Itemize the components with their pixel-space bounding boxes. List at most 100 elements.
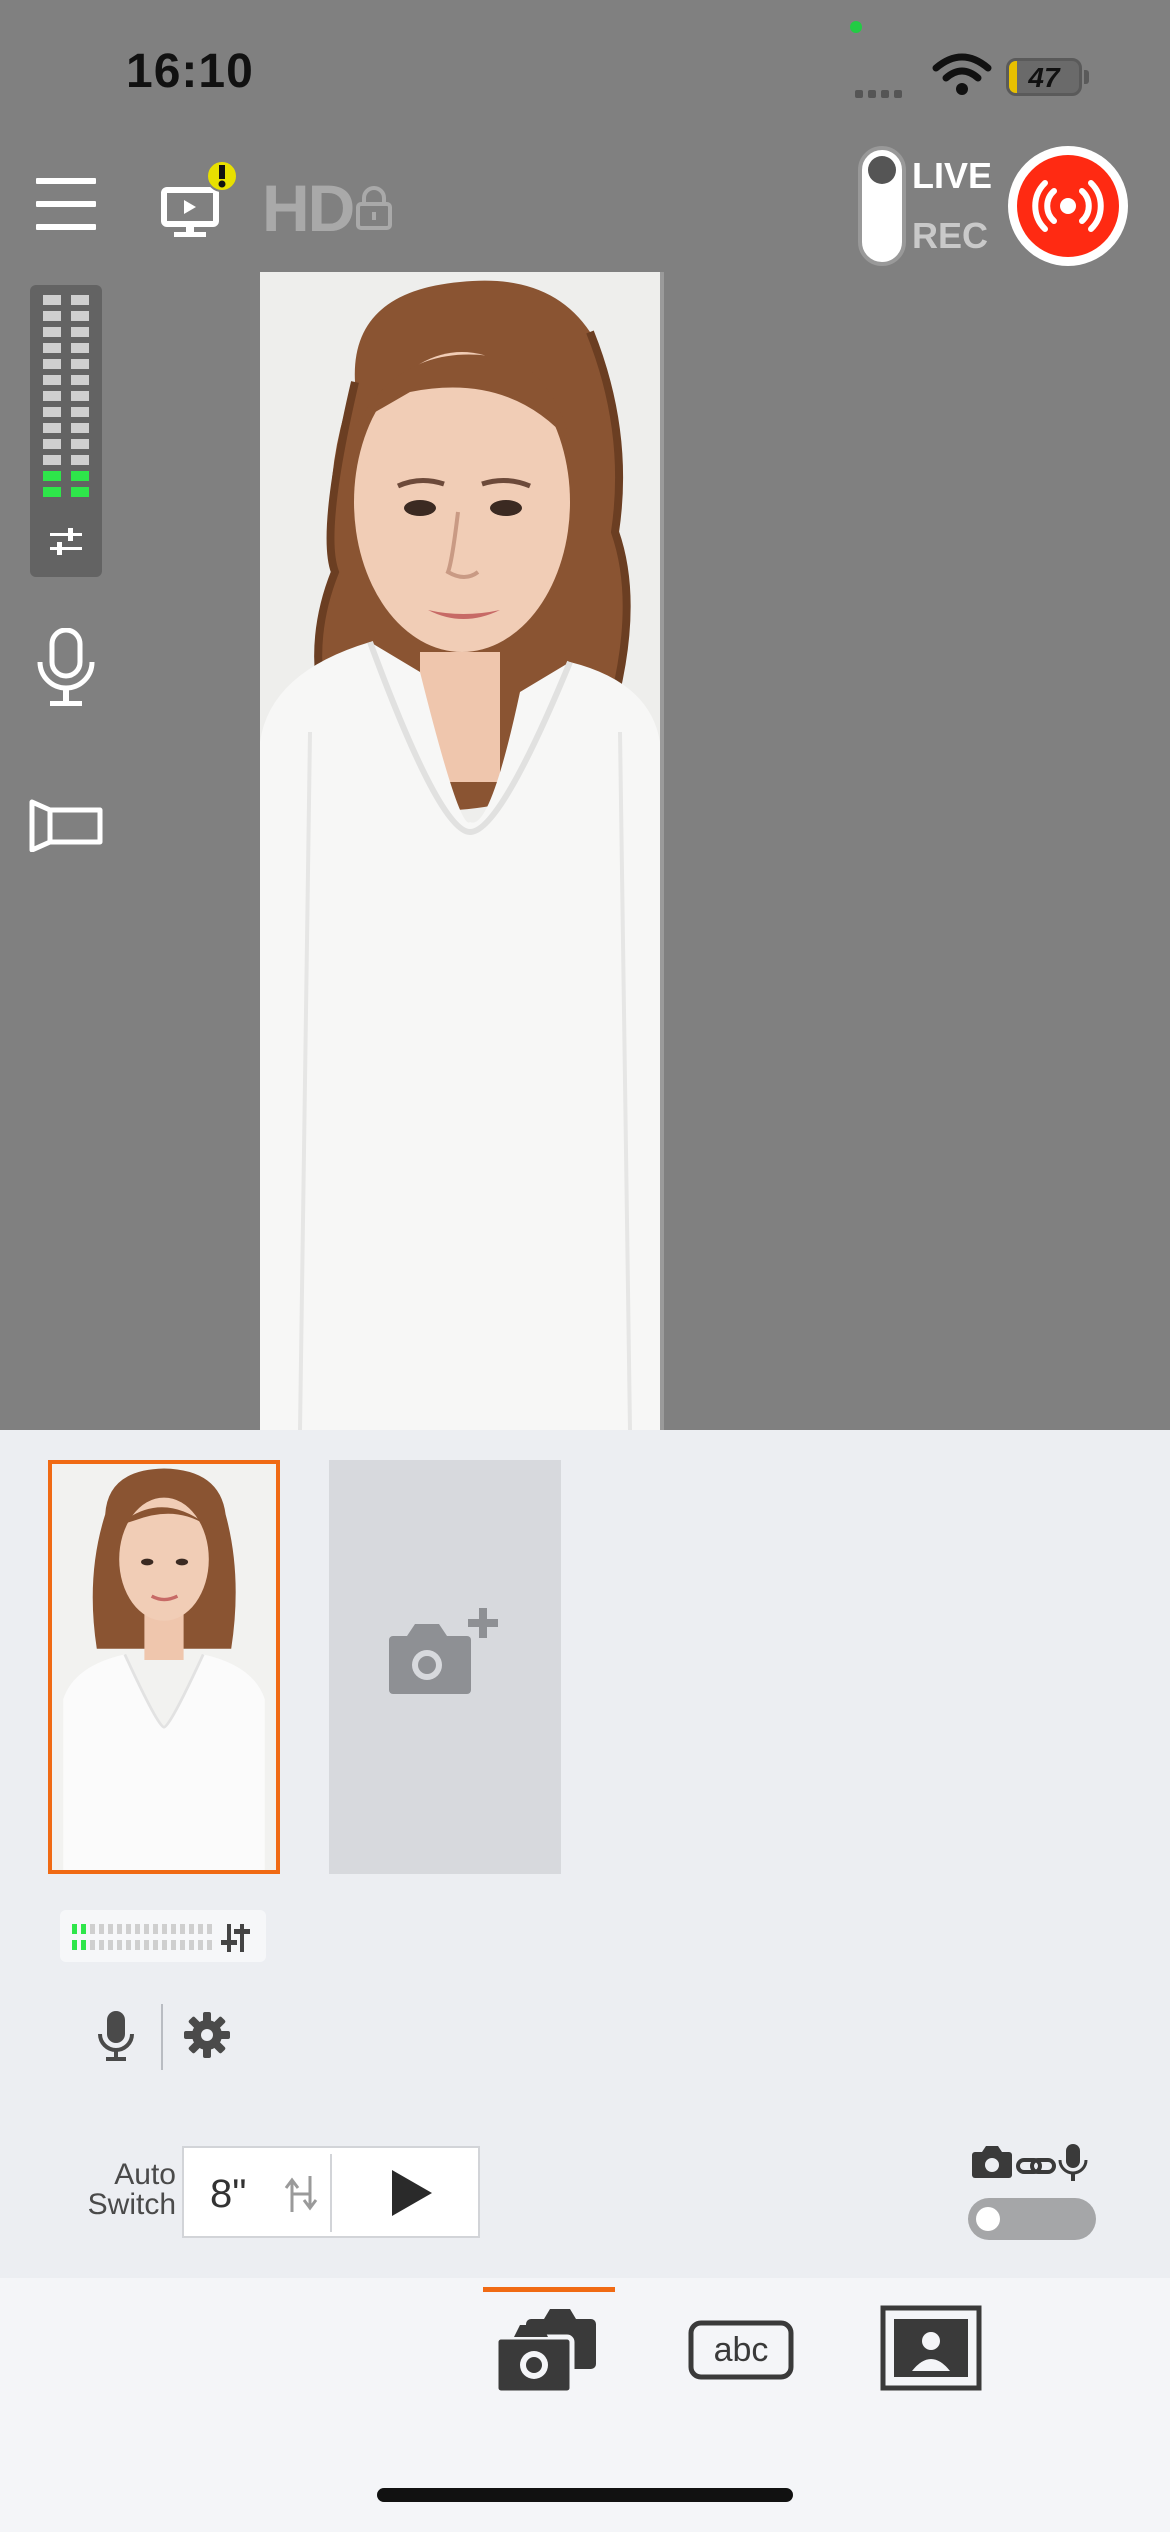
meter-segment xyxy=(108,1940,113,1950)
auto-switch-label-line1: Auto xyxy=(114,2158,176,2191)
meter-segment xyxy=(90,1940,95,1950)
rec-label[interactable]: REC xyxy=(912,215,988,257)
lock-icon xyxy=(356,186,392,230)
meter-segment xyxy=(71,343,89,353)
meter-segment xyxy=(43,375,61,385)
meter-segment xyxy=(108,1924,113,1934)
tab-text[interactable]: abc xyxy=(688,2320,794,2385)
battery-level: 47 xyxy=(1028,62,1060,93)
meter-segment xyxy=(71,471,89,481)
meter-segment xyxy=(71,391,89,401)
meter-segment xyxy=(117,1924,122,1934)
cycle-icon[interactable] xyxy=(284,2172,320,2216)
meter-segment xyxy=(71,439,89,449)
meter-segment xyxy=(43,343,61,353)
gear-icon[interactable] xyxy=(182,2010,232,2060)
microphone-icon[interactable] xyxy=(34,628,98,708)
meter-segment xyxy=(72,1940,77,1950)
meter-segment xyxy=(71,455,89,465)
broadcast-icon xyxy=(1032,180,1104,232)
auto-switch-control: 8" xyxy=(182,2146,480,2238)
add-source-button[interactable] xyxy=(329,1460,561,1874)
meter-segment xyxy=(43,391,61,401)
meter-segment xyxy=(135,1940,140,1950)
active-tab-indicator xyxy=(483,2287,615,2292)
meter-segment xyxy=(153,1924,158,1934)
meter-segment xyxy=(153,1940,158,1950)
source-microphone-icon[interactable] xyxy=(96,2010,136,2064)
meter-segment xyxy=(180,1924,185,1934)
meter-segment xyxy=(81,1940,86,1950)
meter-segment xyxy=(43,359,61,369)
image-icon[interactable] xyxy=(880,2305,982,2391)
meter-segment xyxy=(43,471,61,481)
meter-segment xyxy=(43,327,61,337)
camera-preview[interactable] xyxy=(260,272,908,1430)
tab-text-label: abc xyxy=(714,2331,769,2369)
text-abc-icon: abc xyxy=(688,2320,794,2380)
meter-segment xyxy=(126,1924,131,1934)
status-time: 16:10 xyxy=(126,45,254,98)
cameras-icon[interactable] xyxy=(494,2305,604,2405)
meter-segment xyxy=(71,359,89,369)
meter-segment xyxy=(43,455,61,465)
audio-level-meter[interactable] xyxy=(30,285,102,577)
play-icon[interactable] xyxy=(388,2168,436,2218)
meter-segment xyxy=(189,1940,194,1950)
meter-segment xyxy=(43,407,61,417)
source-thumbnail-active[interactable] xyxy=(48,1460,280,1874)
meter-segment xyxy=(144,1924,149,1934)
camera-in-use-dot xyxy=(850,21,862,33)
meter-segment xyxy=(43,439,61,449)
source-audio-meter[interactable] xyxy=(60,1910,266,1962)
auto-switch-interval[interactable]: 8" xyxy=(210,2172,246,2217)
meter-segment xyxy=(126,1940,131,1950)
meter-segment xyxy=(43,487,61,497)
broadcast-button[interactable] xyxy=(1008,146,1128,266)
sliders-icon xyxy=(50,528,82,555)
meter-segment xyxy=(71,375,89,385)
meter-segment xyxy=(71,311,89,321)
meter-segment xyxy=(198,1924,203,1934)
meter-segment xyxy=(90,1924,95,1934)
home-indicator xyxy=(377,2488,793,2502)
meter-segment xyxy=(71,295,89,305)
camera-link-mic-icon xyxy=(972,2144,1088,2181)
meter-segment xyxy=(207,1924,212,1934)
meter-segment xyxy=(162,1924,167,1934)
meter-segment xyxy=(43,423,61,433)
auto-switch-label-line2: Switch xyxy=(87,2188,176,2221)
sliders-icon xyxy=(221,1924,250,1952)
meter-segment xyxy=(117,1940,122,1950)
meter-segment xyxy=(71,487,89,497)
meter-segment xyxy=(43,295,61,305)
battery-icon: 47 xyxy=(1006,58,1082,96)
rotate-screen-icon[interactable] xyxy=(28,796,104,852)
cellular-signal-icon xyxy=(855,85,907,103)
meter-segment xyxy=(72,1924,77,1934)
menu-icon[interactable] xyxy=(36,178,96,230)
meter-segment xyxy=(135,1924,140,1934)
meter-segment xyxy=(171,1924,176,1934)
meter-segment xyxy=(144,1940,149,1950)
quality-label[interactable]: HD xyxy=(262,170,355,246)
meter-segment xyxy=(71,327,89,337)
meter-segment xyxy=(162,1940,167,1950)
auto-switch-label: Auto Switch xyxy=(60,2160,176,2220)
meter-segment xyxy=(207,1940,212,1950)
meter-segment xyxy=(81,1924,86,1934)
meter-segment xyxy=(99,1940,104,1950)
wifi-icon xyxy=(932,53,992,95)
meter-segment xyxy=(189,1924,194,1934)
monitor-warning-icon[interactable] xyxy=(160,160,250,240)
meter-segment xyxy=(171,1940,176,1950)
meter-segment xyxy=(71,407,89,417)
live-rec-toggle[interactable] xyxy=(858,146,906,266)
meter-segment xyxy=(71,423,89,433)
meter-segment xyxy=(180,1940,185,1950)
add-camera-icon xyxy=(389,1608,498,1694)
meter-segment xyxy=(99,1924,104,1934)
camera-link-toggle[interactable] xyxy=(968,2198,1096,2240)
meter-segment xyxy=(43,311,61,321)
live-label[interactable]: LIVE xyxy=(912,155,992,197)
